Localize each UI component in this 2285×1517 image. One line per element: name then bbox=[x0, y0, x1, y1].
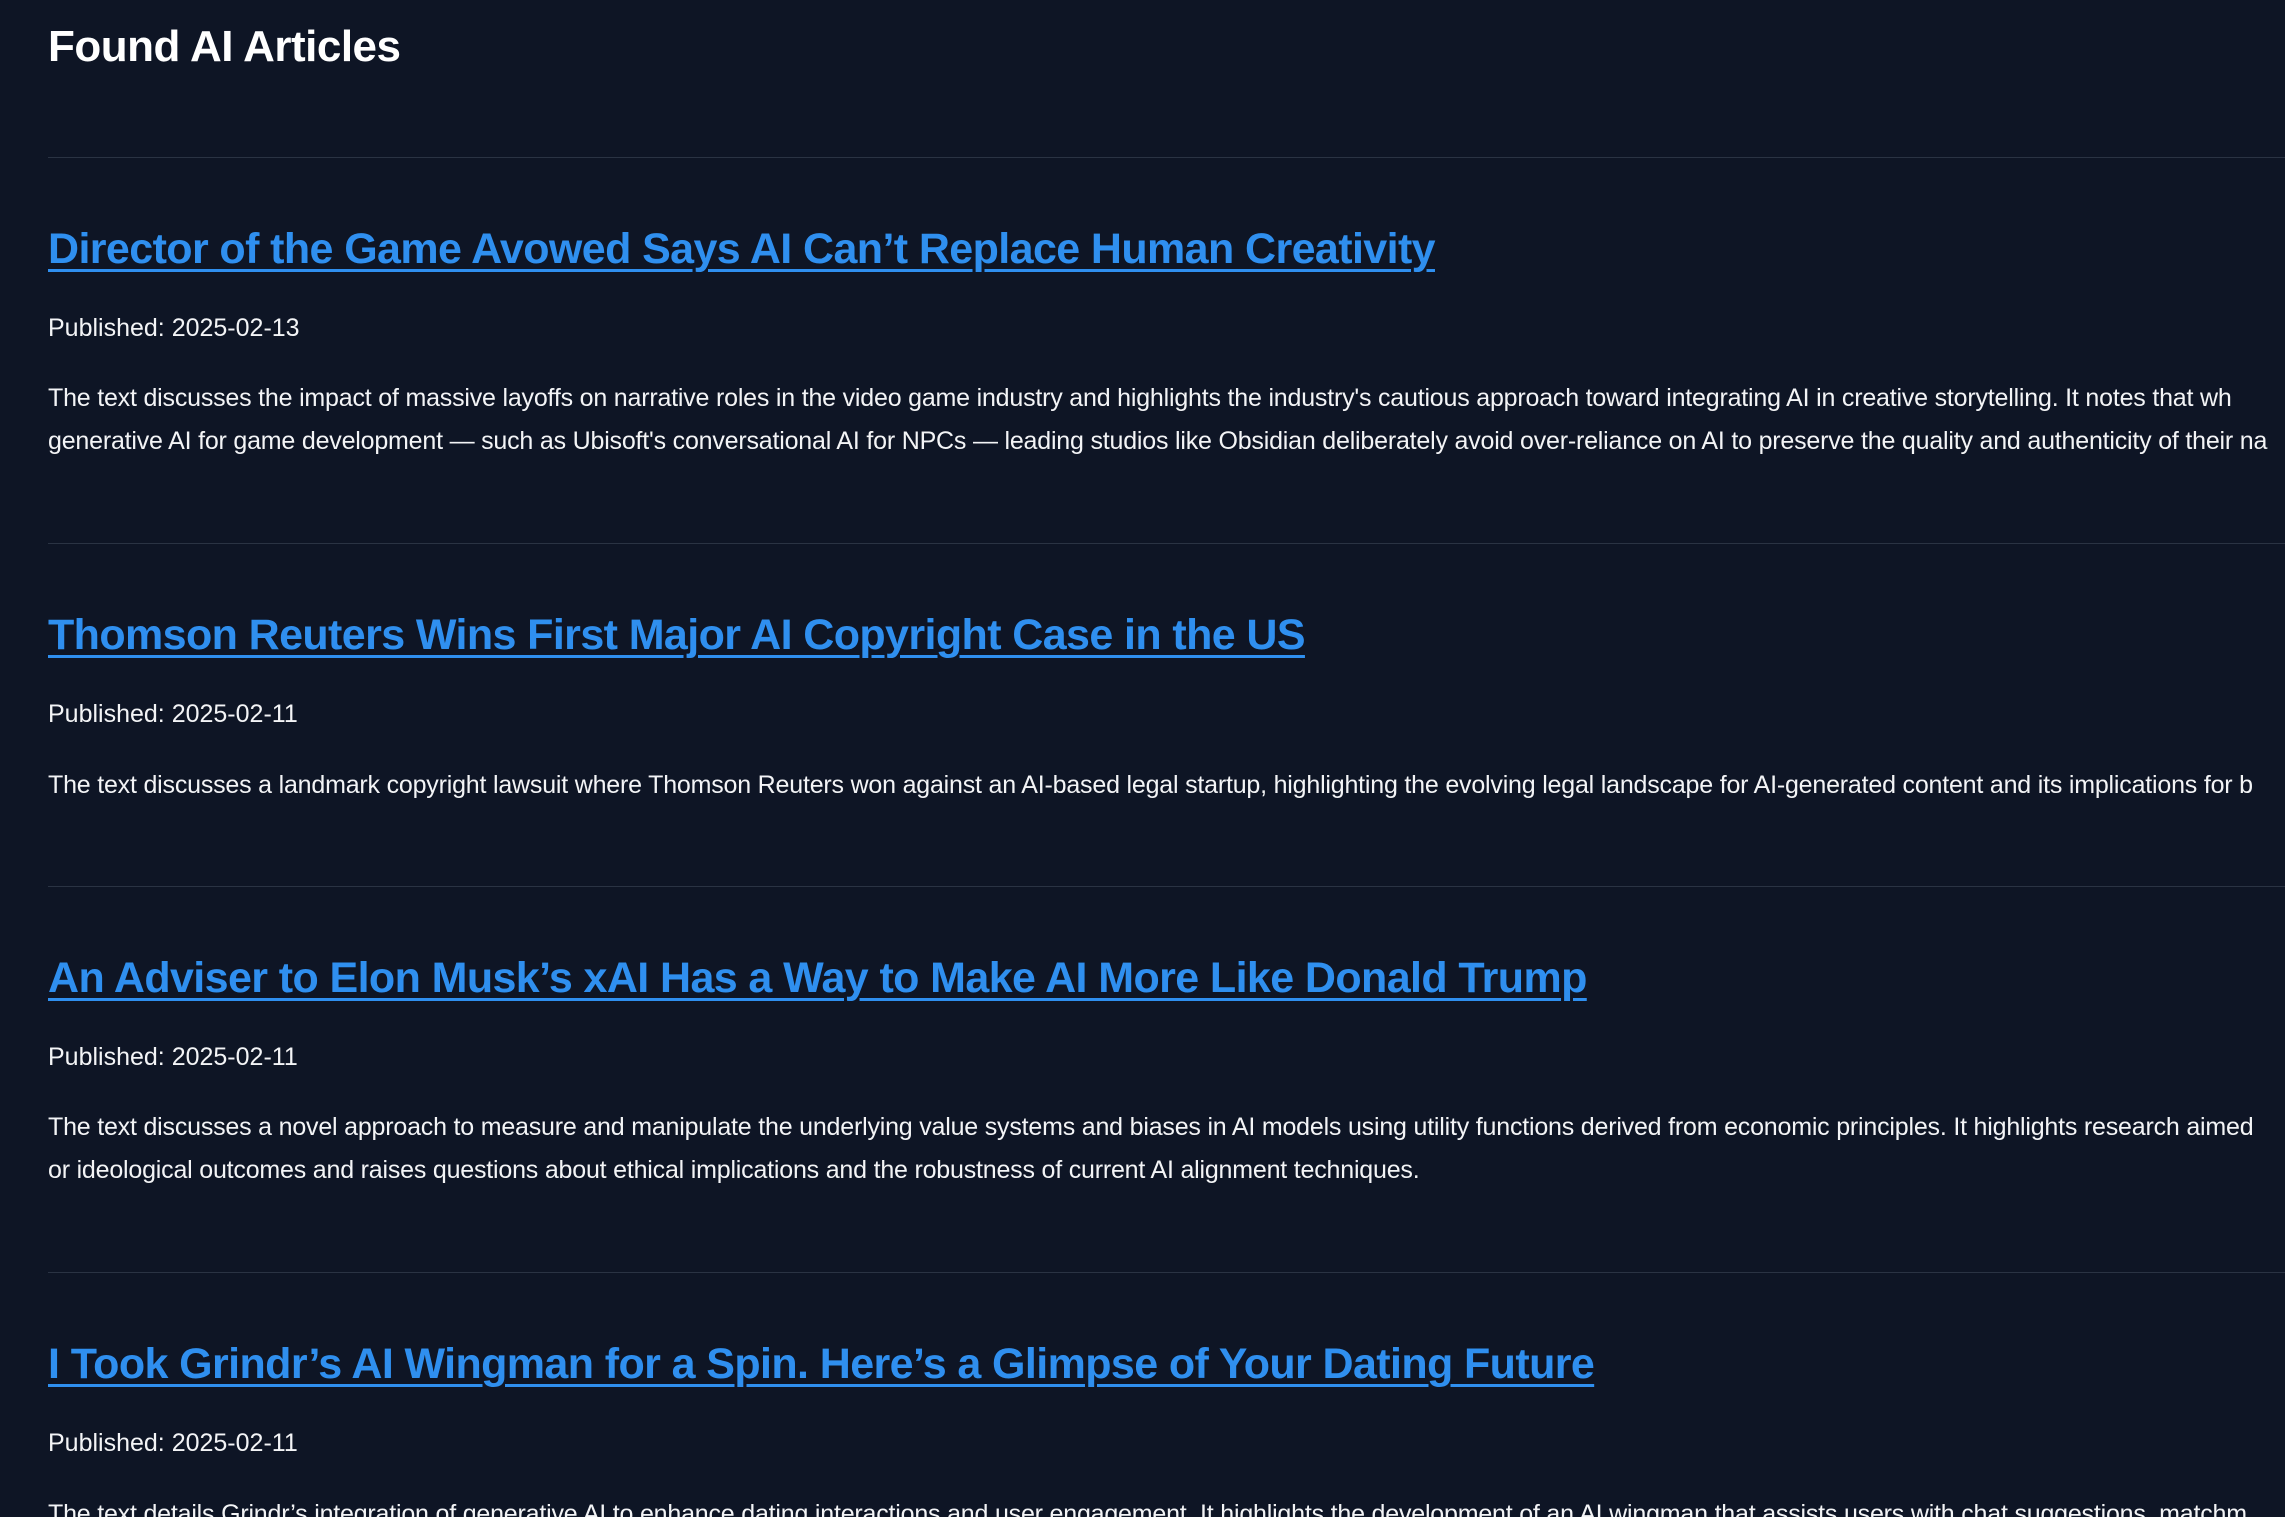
published-date: Published: 2025-02-11 bbox=[48, 700, 298, 728]
published-date: Published: 2025-02-11 bbox=[48, 1043, 298, 1071]
article-title-link[interactable]: An Adviser to Elon Musk’s xAI Has a Way … bbox=[48, 954, 1587, 1003]
article-summary-line: The text discusses a landmark copyright … bbox=[48, 771, 2253, 799]
article-summary-line: The text discusses the impact of massive… bbox=[48, 384, 2232, 412]
article-summary-line: or ideological outcomes and raises quest… bbox=[48, 1156, 1420, 1184]
article-summary: The text discusses the impact of massive… bbox=[48, 377, 2285, 463]
article-title-link[interactable]: Director of the Game Avowed Says AI Can’… bbox=[48, 225, 1436, 274]
divider bbox=[48, 543, 2285, 544]
divider bbox=[48, 1272, 2285, 1273]
article-summary-line: generative AI for game development — suc… bbox=[48, 427, 2268, 455]
published-date: Published: 2025-02-11 bbox=[48, 1429, 298, 1457]
page-title: Found AI Articles bbox=[48, 22, 401, 71]
divider bbox=[48, 886, 2285, 887]
article-summary: The text details Grindr’s integration of… bbox=[48, 1493, 2285, 1517]
article-summary: The text discusses a landmark copyright … bbox=[48, 764, 2285, 807]
article-title-link[interactable]: Thomson Reuters Wins First Major AI Copy… bbox=[48, 611, 1306, 660]
article-summary-line: The text discusses a novel approach to m… bbox=[48, 1113, 2254, 1141]
page: Found AI Articles Director of the Game A… bbox=[0, 0, 2285, 1517]
divider bbox=[48, 157, 2285, 158]
article-title-link[interactable]: I Took Grindr’s AI Wingman for a Spin. H… bbox=[48, 1340, 1595, 1389]
article-summary-line: The text details Grindr’s integration of… bbox=[48, 1500, 2247, 1517]
published-date: Published: 2025-02-13 bbox=[48, 314, 300, 342]
article-summary: The text discusses a novel approach to m… bbox=[48, 1106, 2285, 1192]
